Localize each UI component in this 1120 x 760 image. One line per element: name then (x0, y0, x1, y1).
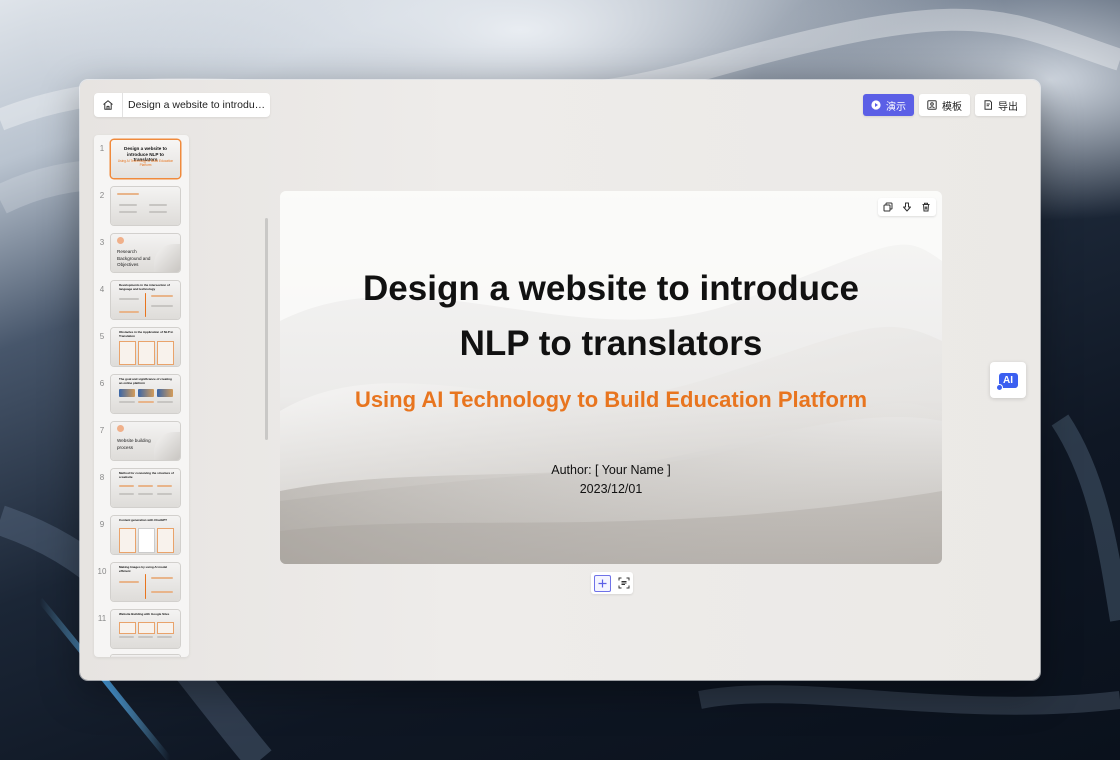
thumbnail-title: Content generation with ChatGPT (119, 518, 167, 522)
thumbnail-title: Obstacles in the Application of NLP in T… (119, 330, 174, 338)
add-slide-button[interactable] (594, 574, 612, 592)
slide-thumbnail[interactable]: 11 Website Building with Google Sites (94, 610, 189, 650)
slide-number: 5 (99, 332, 105, 341)
thumbnail-card[interactable]: Developments in the intersection of lang… (111, 281, 180, 319)
slide-thumbnail[interactable]: 9 Content generation with ChatGPT (94, 516, 189, 556)
ai-icon: AI (995, 372, 1018, 391)
thumbnail-title: Website building process (117, 438, 151, 450)
thumbnail-title: Developments in the intersection of lang… (119, 283, 170, 291)
export-button[interactable]: 导出 (975, 94, 1026, 116)
plus-icon (598, 579, 607, 587)
slide-thumbnail[interactable]: 6 The goal and significance of creating … (94, 375, 189, 415)
slide-subtitle[interactable]: Using AI Technology to Build Education P… (280, 387, 942, 413)
slide-number: 9 (99, 520, 105, 529)
thumbnail-card[interactable]: Method for conceiving the structure of a… (111, 469, 180, 507)
slide-number: 2 (99, 191, 105, 200)
slide-number: 7 (99, 426, 105, 435)
thumbnail-card[interactable]: Website building process (111, 422, 180, 460)
slide-background (280, 191, 942, 564)
slide-thumbnail[interactable]: 4 Developments in the intersection of la… (94, 281, 189, 321)
slide-number: 1 (99, 144, 105, 153)
thumbnail-card[interactable]: Website Building with Google Sites (111, 610, 180, 648)
slide-number: 3 (99, 238, 105, 247)
slide-thumbnail[interactable]: 8 Method for conceiving the structure of… (94, 469, 189, 509)
thumbnail-subtitle: Using AI Technology to Build Education P… (117, 159, 174, 167)
slide-number: 11 (97, 614, 107, 623)
slide-thumbnail[interactable]: 7 Website building process (94, 422, 189, 462)
slide-thumbnail[interactable]: 2 (94, 187, 189, 227)
ai-assistant-button[interactable]: AI (990, 362, 1026, 398)
slide-author: Author: [ Your Name ] (551, 463, 671, 477)
move-down-icon[interactable] (902, 202, 912, 212)
presentation-editor-window: Design a website to introduc... 演示 模板 导出… (80, 80, 1040, 680)
slide-title[interactable]: Design a website to introduce NLP to tra… (280, 261, 942, 371)
toolbar-actions: 演示 模板 导出 (863, 94, 1026, 116)
thumbnail-card[interactable] (111, 187, 180, 225)
home-icon (103, 100, 113, 110)
slide-thumbnail[interactable]: 5 Obstacles in the Application of NLP in… (94, 328, 189, 368)
template-button[interactable]: 模板 (919, 94, 970, 116)
slide-date: 2023/12/01 (579, 482, 643, 496)
thumbnail-scrollbar[interactable] (265, 218, 268, 440)
thumbnail-title: Making Images by using AI model efficien… (119, 565, 168, 573)
slide-tools (878, 198, 936, 216)
thumbnail-title: Research Background and Objectives (117, 249, 151, 267)
document-title[interactable]: Design a website to introduc... (123, 99, 268, 111)
thumbnail-title: The goal and significance of creating an… (119, 377, 172, 385)
template-label: 模板 (942, 101, 962, 113)
slide-number: 4 (99, 285, 105, 294)
ai-label: AI (1003, 374, 1013, 386)
thumbnail-card[interactable]: Obstacles in the Application of NLP in T… (111, 328, 180, 366)
thumbnail-card[interactable]: Making Images by using AI model efficien… (111, 563, 180, 601)
slide-author-block[interactable]: Author: [ Your Name ] 2023/12/01 (280, 461, 942, 499)
slide-number: 10 (97, 567, 107, 576)
slide-title-line1: Design a website to introduce (363, 269, 859, 308)
present-button[interactable]: 演示 (863, 94, 914, 116)
export-label: 导出 (998, 101, 1018, 113)
slide-canvas[interactable]: Design a website to introduce NLP to tra… (280, 191, 942, 564)
copy-icon[interactable] (883, 202, 893, 212)
play-icon (871, 100, 881, 110)
export-icon (984, 100, 992, 110)
slide-number: 6 (99, 379, 105, 388)
slide-title-line2: NLP to translators (459, 324, 763, 363)
slide-thumbnail-panel[interactable]: 1 Design a website to introduce NLP to t… (94, 135, 189, 657)
home-button[interactable] (94, 93, 123, 117)
thumbnail-card[interactable]: Research Background and Objectives (111, 234, 180, 272)
scan-layout-icon[interactable] (618, 577, 630, 589)
slide-thumbnail[interactable]: 3 Research Background and Objectives (94, 234, 189, 274)
delete-icon[interactable] (921, 202, 931, 212)
thumbnail-card-selected[interactable]: Design a website to introduce NLP to tra… (111, 140, 180, 178)
thumbnail-card[interactable]: The goal and significance of creating an… (111, 375, 180, 413)
present-label: 演示 (886, 101, 906, 113)
slide-thumbnail[interactable]: 10 Making Images by using AI model effic… (94, 563, 189, 603)
slide-insert-tools (591, 572, 633, 594)
document-title-bar: Design a website to introduc... (94, 93, 270, 117)
thumbnail-title: Website Building with Google Sites (119, 612, 170, 616)
thumbnail-title: Method for conceiving the structure of a… (119, 471, 174, 479)
template-icon (927, 100, 937, 110)
slide-thumbnail[interactable]: 1 Design a website to introduce NLP to t… (94, 140, 189, 180)
thumbnail-card[interactable]: Content generation with ChatGPT (111, 516, 180, 554)
slide-number: 8 (99, 473, 105, 482)
slide-thumbnail-partial[interactable] (94, 655, 189, 657)
